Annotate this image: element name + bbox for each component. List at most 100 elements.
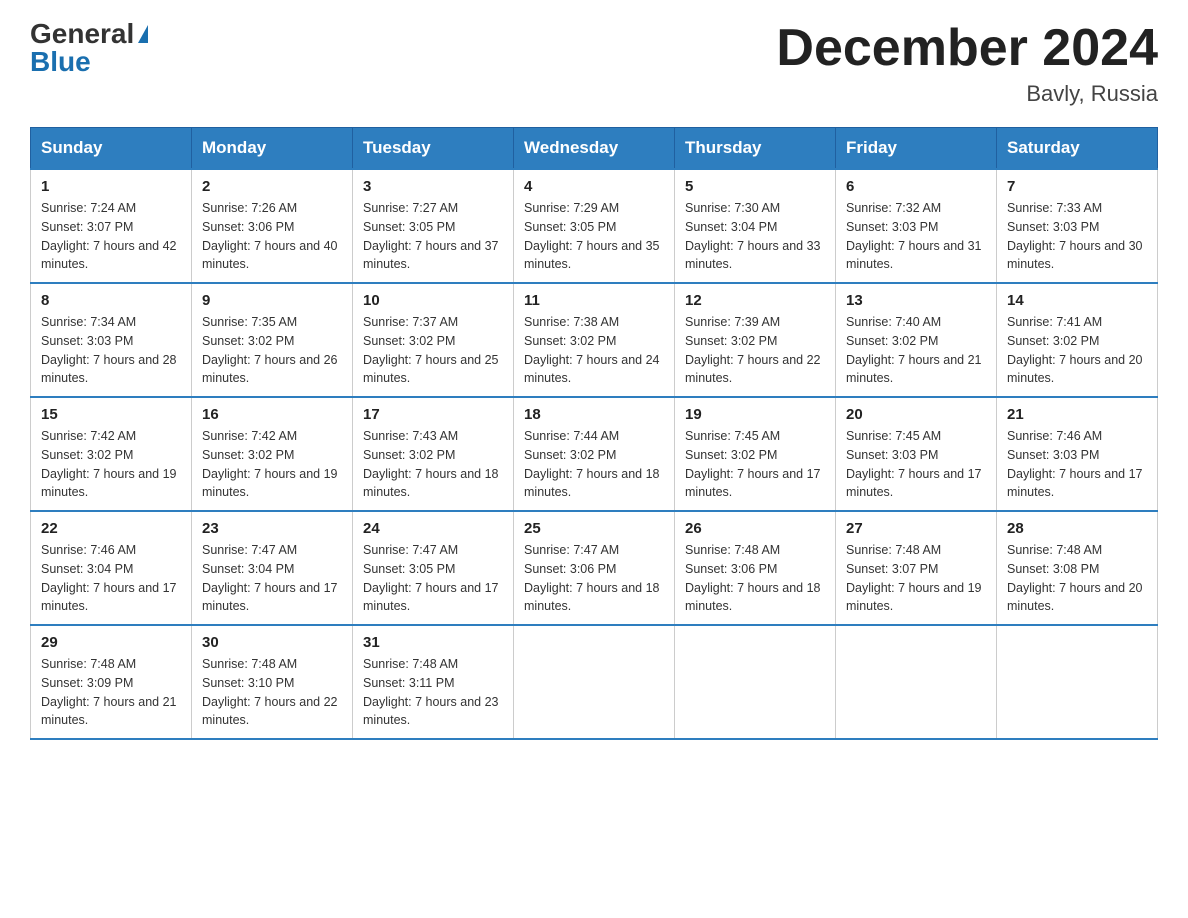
calendar-cell: 29 Sunrise: 7:48 AMSunset: 3:09 PMDaylig…: [31, 625, 192, 739]
day-info: Sunrise: 7:44 AMSunset: 3:02 PMDaylight:…: [524, 429, 660, 499]
calendar-cell: 4 Sunrise: 7:29 AMSunset: 3:05 PMDayligh…: [514, 169, 675, 283]
logo-blue-text: Blue: [30, 48, 91, 76]
calendar-table: Sunday Monday Tuesday Wednesday Thursday…: [30, 127, 1158, 740]
header-saturday: Saturday: [997, 128, 1158, 170]
day-info: Sunrise: 7:34 AMSunset: 3:03 PMDaylight:…: [41, 315, 177, 385]
day-info: Sunrise: 7:47 AMSunset: 3:06 PMDaylight:…: [524, 543, 660, 613]
day-info: Sunrise: 7:48 AMSunset: 3:07 PMDaylight:…: [846, 543, 982, 613]
day-number: 21: [1007, 406, 1147, 423]
calendar-cell: 1 Sunrise: 7:24 AMSunset: 3:07 PMDayligh…: [31, 169, 192, 283]
day-number: 6: [846, 178, 986, 195]
day-info: Sunrise: 7:48 AMSunset: 3:10 PMDaylight:…: [202, 657, 338, 727]
day-number: 31: [363, 634, 503, 651]
header-friday: Friday: [836, 128, 997, 170]
header-thursday: Thursday: [675, 128, 836, 170]
day-number: 30: [202, 634, 342, 651]
day-number: 24: [363, 520, 503, 537]
calendar-cell: 24 Sunrise: 7:47 AMSunset: 3:05 PMDaylig…: [353, 511, 514, 625]
calendar-cell: 20 Sunrise: 7:45 AMSunset: 3:03 PMDaylig…: [836, 397, 997, 511]
day-number: 3: [363, 178, 503, 195]
calendar-header-row: Sunday Monday Tuesday Wednesday Thursday…: [31, 128, 1158, 170]
calendar-cell: 21 Sunrise: 7:46 AMSunset: 3:03 PMDaylig…: [997, 397, 1158, 511]
calendar-week-2: 8 Sunrise: 7:34 AMSunset: 3:03 PMDayligh…: [31, 283, 1158, 397]
day-number: 23: [202, 520, 342, 537]
day-info: Sunrise: 7:45 AMSunset: 3:02 PMDaylight:…: [685, 429, 821, 499]
calendar-cell: 25 Sunrise: 7:47 AMSunset: 3:06 PMDaylig…: [514, 511, 675, 625]
calendar-cell: 2 Sunrise: 7:26 AMSunset: 3:06 PMDayligh…: [192, 169, 353, 283]
calendar-cell: 6 Sunrise: 7:32 AMSunset: 3:03 PMDayligh…: [836, 169, 997, 283]
day-info: Sunrise: 7:24 AMSunset: 3:07 PMDaylight:…: [41, 201, 177, 271]
calendar-cell: 13 Sunrise: 7:40 AMSunset: 3:02 PMDaylig…: [836, 283, 997, 397]
day-info: Sunrise: 7:42 AMSunset: 3:02 PMDaylight:…: [41, 429, 177, 499]
calendar-cell: 5 Sunrise: 7:30 AMSunset: 3:04 PMDayligh…: [675, 169, 836, 283]
calendar-week-3: 15 Sunrise: 7:42 AMSunset: 3:02 PMDaylig…: [31, 397, 1158, 511]
day-info: Sunrise: 7:48 AMSunset: 3:09 PMDaylight:…: [41, 657, 177, 727]
day-number: 19: [685, 406, 825, 423]
day-number: 10: [363, 292, 503, 309]
day-number: 14: [1007, 292, 1147, 309]
day-number: 11: [524, 292, 664, 309]
calendar-cell: [997, 625, 1158, 739]
day-number: 1: [41, 178, 181, 195]
day-info: Sunrise: 7:46 AMSunset: 3:03 PMDaylight:…: [1007, 429, 1143, 499]
header-tuesday: Tuesday: [353, 128, 514, 170]
calendar-cell: 12 Sunrise: 7:39 AMSunset: 3:02 PMDaylig…: [675, 283, 836, 397]
calendar-cell: 27 Sunrise: 7:48 AMSunset: 3:07 PMDaylig…: [836, 511, 997, 625]
logo-general-text: General: [30, 20, 134, 48]
day-info: Sunrise: 7:48 AMSunset: 3:06 PMDaylight:…: [685, 543, 821, 613]
location-subtitle: Bavly, Russia: [776, 81, 1158, 107]
calendar-cell: 22 Sunrise: 7:46 AMSunset: 3:04 PMDaylig…: [31, 511, 192, 625]
day-number: 25: [524, 520, 664, 537]
calendar-cell: 11 Sunrise: 7:38 AMSunset: 3:02 PMDaylig…: [514, 283, 675, 397]
calendar-cell: 7 Sunrise: 7:33 AMSunset: 3:03 PMDayligh…: [997, 169, 1158, 283]
calendar-cell: [836, 625, 997, 739]
day-info: Sunrise: 7:32 AMSunset: 3:03 PMDaylight:…: [846, 201, 982, 271]
day-number: 22: [41, 520, 181, 537]
calendar-cell: 3 Sunrise: 7:27 AMSunset: 3:05 PMDayligh…: [353, 169, 514, 283]
calendar-cell: 19 Sunrise: 7:45 AMSunset: 3:02 PMDaylig…: [675, 397, 836, 511]
day-info: Sunrise: 7:27 AMSunset: 3:05 PMDaylight:…: [363, 201, 499, 271]
calendar-cell: 14 Sunrise: 7:41 AMSunset: 3:02 PMDaylig…: [997, 283, 1158, 397]
day-info: Sunrise: 7:48 AMSunset: 3:08 PMDaylight:…: [1007, 543, 1143, 613]
day-info: Sunrise: 7:46 AMSunset: 3:04 PMDaylight:…: [41, 543, 177, 613]
day-number: 20: [846, 406, 986, 423]
calendar-week-5: 29 Sunrise: 7:48 AMSunset: 3:09 PMDaylig…: [31, 625, 1158, 739]
calendar-cell: 9 Sunrise: 7:35 AMSunset: 3:02 PMDayligh…: [192, 283, 353, 397]
day-number: 27: [846, 520, 986, 537]
day-info: Sunrise: 7:41 AMSunset: 3:02 PMDaylight:…: [1007, 315, 1143, 385]
day-number: 26: [685, 520, 825, 537]
day-number: 13: [846, 292, 986, 309]
calendar-cell: 26 Sunrise: 7:48 AMSunset: 3:06 PMDaylig…: [675, 511, 836, 625]
calendar-cell: 28 Sunrise: 7:48 AMSunset: 3:08 PMDaylig…: [997, 511, 1158, 625]
calendar-cell: 16 Sunrise: 7:42 AMSunset: 3:02 PMDaylig…: [192, 397, 353, 511]
calendar-cell: 17 Sunrise: 7:43 AMSunset: 3:02 PMDaylig…: [353, 397, 514, 511]
day-info: Sunrise: 7:43 AMSunset: 3:02 PMDaylight:…: [363, 429, 499, 499]
day-info: Sunrise: 7:48 AMSunset: 3:11 PMDaylight:…: [363, 657, 499, 727]
day-number: 29: [41, 634, 181, 651]
day-info: Sunrise: 7:29 AMSunset: 3:05 PMDaylight:…: [524, 201, 660, 271]
calendar-cell: 15 Sunrise: 7:42 AMSunset: 3:02 PMDaylig…: [31, 397, 192, 511]
day-number: 2: [202, 178, 342, 195]
calendar-cell: 30 Sunrise: 7:48 AMSunset: 3:10 PMDaylig…: [192, 625, 353, 739]
calendar-cell: 31 Sunrise: 7:48 AMSunset: 3:11 PMDaylig…: [353, 625, 514, 739]
day-number: 9: [202, 292, 342, 309]
day-number: 4: [524, 178, 664, 195]
day-info: Sunrise: 7:26 AMSunset: 3:06 PMDaylight:…: [202, 201, 338, 271]
day-info: Sunrise: 7:47 AMSunset: 3:04 PMDaylight:…: [202, 543, 338, 613]
calendar-cell: 23 Sunrise: 7:47 AMSunset: 3:04 PMDaylig…: [192, 511, 353, 625]
title-block: December 2024 Bavly, Russia: [776, 20, 1158, 107]
day-info: Sunrise: 7:40 AMSunset: 3:02 PMDaylight:…: [846, 315, 982, 385]
day-number: 8: [41, 292, 181, 309]
page-title: December 2024: [776, 20, 1158, 77]
day-number: 5: [685, 178, 825, 195]
day-info: Sunrise: 7:33 AMSunset: 3:03 PMDaylight:…: [1007, 201, 1143, 271]
day-info: Sunrise: 7:30 AMSunset: 3:04 PMDaylight:…: [685, 201, 821, 271]
day-number: 28: [1007, 520, 1147, 537]
day-info: Sunrise: 7:42 AMSunset: 3:02 PMDaylight:…: [202, 429, 338, 499]
calendar-cell: 18 Sunrise: 7:44 AMSunset: 3:02 PMDaylig…: [514, 397, 675, 511]
header-wednesday: Wednesday: [514, 128, 675, 170]
day-info: Sunrise: 7:45 AMSunset: 3:03 PMDaylight:…: [846, 429, 982, 499]
day-info: Sunrise: 7:38 AMSunset: 3:02 PMDaylight:…: [524, 315, 660, 385]
calendar-cell: [514, 625, 675, 739]
header-sunday: Sunday: [31, 128, 192, 170]
